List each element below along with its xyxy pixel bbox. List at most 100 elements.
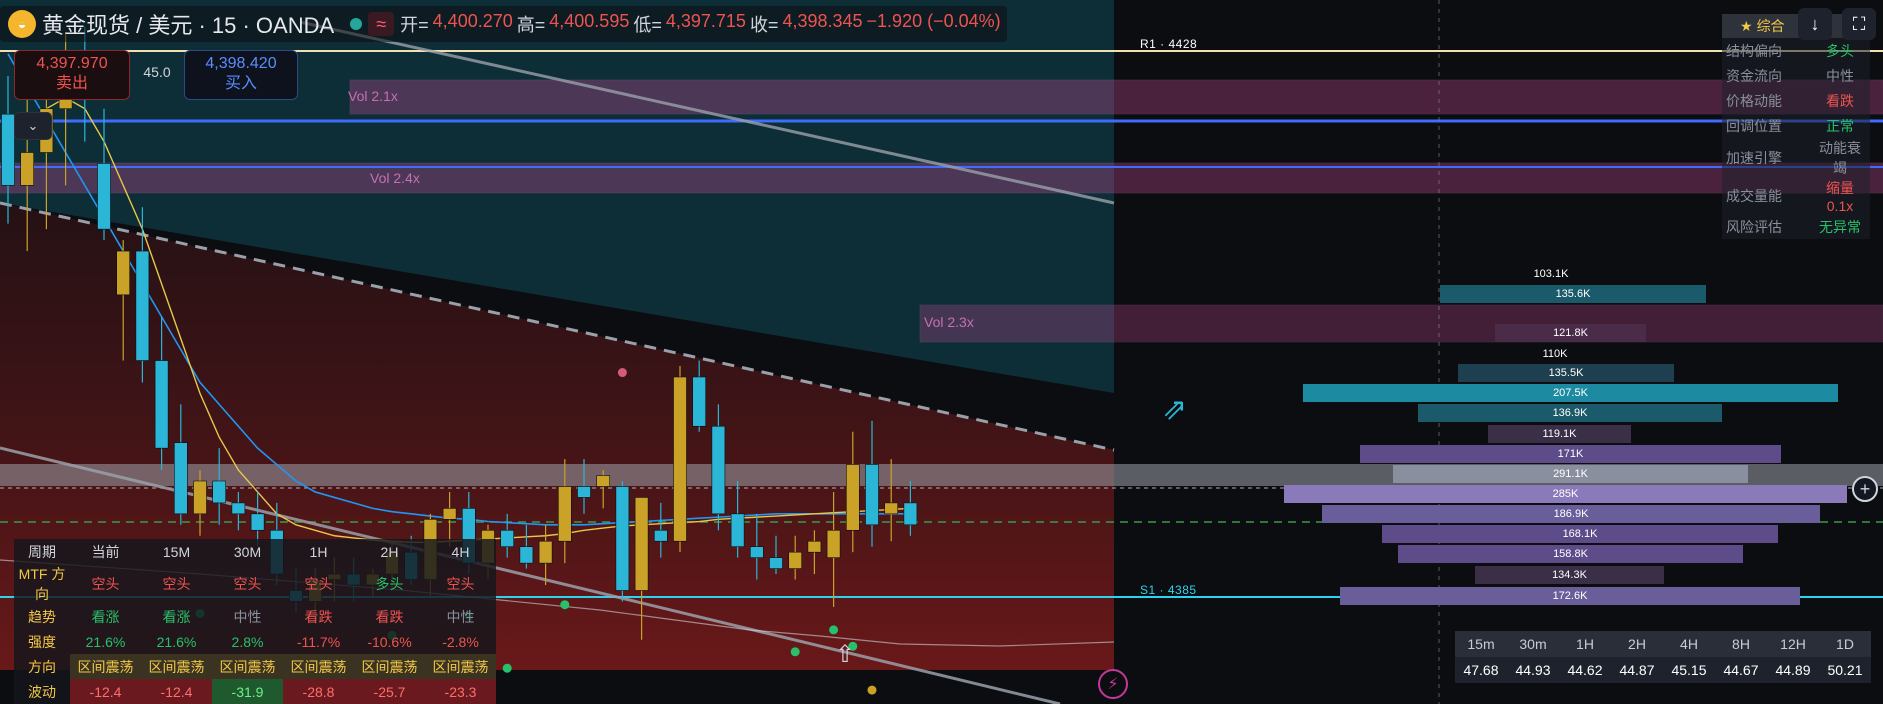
- diagonal-arrow-icon: ⇗: [1162, 393, 1188, 426]
- mtf-cell: 空头: [425, 564, 496, 604]
- mtf-cell: 区间震荡: [70, 654, 141, 679]
- symbol-title[interactable]: 黄金现货 / 美元 · 15 · OANDA: [42, 8, 334, 40]
- volume-profile-bar: 121.8K: [1495, 324, 1646, 342]
- arrow-down-icon: ↓: [1810, 13, 1820, 34]
- mtf-row: MTF 方向 空头 空头 空头 空头 多头 空头: [14, 564, 496, 604]
- candle-body: [442, 508, 457, 520]
- mtf-header-cell: 当前: [70, 539, 141, 564]
- candle-body: [135, 250, 150, 361]
- candle-body: [615, 486, 630, 591]
- summary-key: 结构偏向: [1722, 38, 1810, 63]
- timeframe-value-row: 47.68 44.93 44.62 44.87 45.15 44.67 44.89 50.21: [1455, 657, 1871, 683]
- timeframe-value: 47.68: [1455, 657, 1507, 683]
- mtf-header-cell: 2H: [354, 539, 425, 564]
- mtf-cell: 空头: [283, 564, 354, 604]
- alert-bolt-button[interactable]: ⚡: [1098, 669, 1128, 699]
- volume-profile-bar: 207.5K: [1303, 384, 1838, 402]
- mtf-cell: 区间震荡: [141, 654, 212, 679]
- signal-dot: [829, 625, 839, 635]
- mtf-row: 趋势 看涨 看涨 中性 看跌 看跌 中性: [14, 604, 496, 629]
- fullscreen-icon: ⛶: [1852, 13, 1866, 34]
- chart-stage[interactable]: ◒ 黄金现货 / 美元 · 15 · OANDA ≈ 开= 4,400.270 高…: [0, 0, 1883, 704]
- mtf-row-label: 波动: [14, 679, 70, 704]
- sell-label: 卖出: [55, 75, 88, 92]
- candle-body: [884, 502, 899, 515]
- mtf-cell: 中性: [212, 604, 283, 629]
- volume-profile-bar: 134.3K: [1475, 566, 1664, 584]
- star-icon: ★: [1740, 17, 1753, 34]
- r1-label: R1 · 4428: [1140, 37, 1198, 51]
- candle-body: [97, 163, 111, 230]
- sell-button[interactable]: 4,397.970 卖出: [14, 50, 130, 100]
- candle-body: [231, 502, 246, 515]
- signal-dot: [502, 663, 512, 673]
- add-plus-button[interactable]: +: [1852, 476, 1878, 502]
- summary-row: 资金流向 中性: [1722, 63, 1870, 88]
- scroll-to-latest-button[interactable]: ↓: [1798, 8, 1832, 40]
- approx-icon[interactable]: ≈: [368, 12, 395, 36]
- symbol-header[interactable]: ◒ 黄金现货 / 美元 · 15 · OANDA ≈ 开= 4,400.270 高…: [0, 6, 1007, 42]
- mtf-cell: 看涨: [141, 604, 212, 629]
- candle-body: [250, 513, 265, 531]
- mtf-header-cell: 4H: [425, 539, 496, 564]
- mtf-cell: 空头: [70, 564, 141, 604]
- signal-dot: [560, 600, 570, 610]
- volume-profile-bar: 168.1K: [1382, 525, 1778, 543]
- candle-body: [212, 480, 226, 504]
- candle-body: [845, 464, 860, 531]
- low-value: 4,397.715: [665, 11, 746, 31]
- high-value: 4,400.595: [549, 11, 630, 31]
- sell-price: 4,397.970: [36, 55, 108, 72]
- candle-body: [769, 557, 783, 569]
- collapse-button[interactable]: ⌄: [14, 112, 52, 140]
- summary-value: 看跌: [1810, 88, 1870, 113]
- mtf-cell: 区间震荡: [283, 654, 354, 679]
- timeframe-label: 12H: [1767, 631, 1819, 657]
- mtf-row: 方向 区间震荡 区间震荡 区间震荡 区间震荡 区间震荡 区间震荡: [14, 654, 496, 679]
- mtf-cell: 空头: [141, 564, 212, 604]
- mtf-cell: -10.6%: [354, 629, 425, 654]
- fullscreen-button[interactable]: ⛶: [1842, 8, 1876, 40]
- summary-value: 无异常: [1810, 214, 1870, 239]
- timeframe-header-row: 15m 30m 1H 2H 4H 8H 12H 1D: [1455, 631, 1871, 657]
- mtf-cell: 中性: [425, 604, 496, 629]
- candle-body: [673, 376, 687, 542]
- candle-body: [749, 546, 764, 558]
- mtf-row-label: 方向: [14, 654, 70, 679]
- mtf-row-label: MTF 方向: [14, 564, 70, 604]
- timeframe-value: 44.93: [1507, 657, 1559, 683]
- volume-profile-bar: 136.9K: [1418, 404, 1722, 422]
- volume-profile-bar: 135.6K: [1440, 285, 1706, 303]
- summary-row: 回调位置 正常: [1722, 113, 1870, 138]
- mtf-header-cell: 30M: [212, 539, 283, 564]
- mtf-table: 周期 当前 15M 30M 1H 2H 4H MTF 方向 空头 空头 空头 空头 多头 空头 趋势 看涨 看涨…: [14, 539, 496, 704]
- close-value: 4,398.345: [782, 11, 863, 31]
- buy-label: 买入: [224, 75, 257, 92]
- summary-value: 动能衰竭: [1810, 138, 1870, 178]
- candle-body: [692, 376, 707, 427]
- volume-profile-bar: 103.1K: [1533, 268, 1569, 280]
- buy-button[interactable]: 4,398.420 买入: [184, 50, 298, 100]
- candle-body: [730, 513, 745, 547]
- mtf-cell: -25.7: [354, 679, 425, 704]
- candle-body: [788, 551, 803, 569]
- candle-body: [577, 486, 591, 498]
- candle-body: [20, 152, 35, 186]
- signal-dot: [867, 685, 877, 695]
- bolt-icon: ⚡: [1107, 676, 1119, 693]
- change-value: −1.920 (−0.04%): [866, 11, 1001, 31]
- timeframe-label: 15m: [1455, 631, 1507, 657]
- mtf-header-cell: 周期: [14, 539, 70, 564]
- mtf-cell: -12.4: [70, 679, 141, 704]
- candle-body: [500, 529, 515, 548]
- mtf-row: 波动 -12.4 -12.4 -31.9 -28.8 -25.7 -23.3: [14, 679, 496, 704]
- summary-key: 成交量能: [1722, 178, 1810, 214]
- mtf-cell: -23.3: [425, 679, 496, 704]
- timeframe-label: 1D: [1819, 631, 1871, 657]
- candle-body: [174, 442, 188, 515]
- summary-key: 回调位置: [1722, 113, 1810, 138]
- mtf-row-label: 趋势: [14, 604, 70, 629]
- volume-profile-bar: 186.9K: [1322, 505, 1820, 523]
- timeframe-value: 44.67: [1715, 657, 1767, 683]
- vol-label: Vol 2.4x: [370, 170, 420, 186]
